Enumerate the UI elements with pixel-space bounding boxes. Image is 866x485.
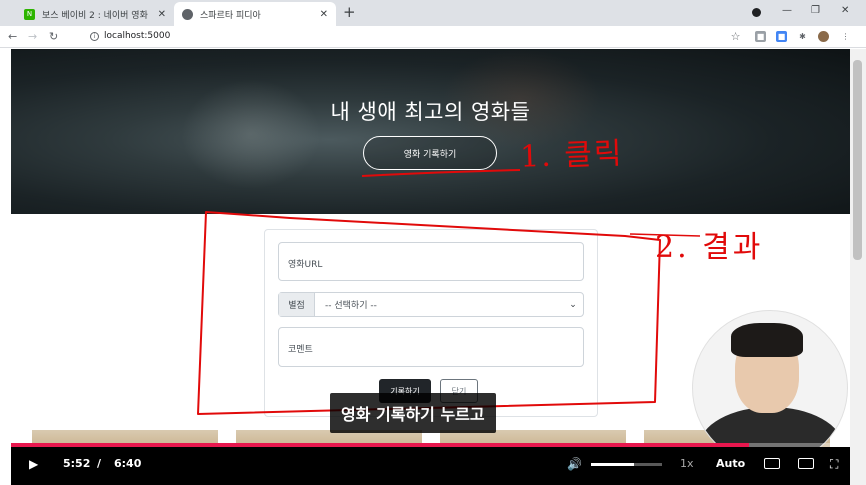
minimize-icon[interactable]: — — [782, 5, 792, 16]
menu-icon[interactable]: ⋮ — [840, 31, 851, 42]
star-select[interactable]: -- 선택하기 -- — [315, 293, 563, 316]
volume-fill — [591, 463, 634, 466]
new-tab-button[interactable]: + — [343, 3, 356, 21]
info-icon[interactable]: i — [90, 31, 99, 41]
globe-icon — [182, 8, 193, 20]
hero-banner: 내 생애 최고의 영화들 영화 기록하기 — [11, 49, 850, 214]
restore-icon[interactable]: ❐ — [811, 5, 820, 16]
presenter-hair — [731, 323, 803, 357]
tab-search-icon[interactable] — [752, 8, 761, 17]
video-controls: ▶ 5:52 / 6:40 🔊 1x Auto ⛶ — [11, 447, 850, 485]
volume-icon[interactable]: 🔊 — [567, 457, 582, 471]
close-icon[interactable]: ✕ — [158, 9, 166, 20]
tab-title: 스파르타 피디아 — [200, 10, 261, 21]
time-separator: / — [97, 457, 102, 470]
play-icon[interactable]: ▶ — [29, 457, 38, 471]
record-movie-button[interactable]: 영화 기록하기 — [363, 136, 497, 170]
comment-textarea[interactable]: 코멘트 — [278, 327, 584, 367]
current-time: 5:52 — [63, 457, 91, 470]
chevron-down-icon: ⌄ — [569, 299, 577, 310]
subtitle-caption: 영화 기록하기 누르고 — [330, 393, 496, 433]
volume-slider[interactable] — [591, 463, 662, 466]
fullscreen-icon[interactable]: ⛶ — [830, 457, 838, 472]
post-form-card: 영화URL 별점 -- 선택하기 -- ⌄ 코멘트 기록하기 닫기 — [264, 229, 598, 417]
annotation-step1: 1. 클릭 — [519, 136, 625, 175]
screen: N 보스 베이비 2 : 네이버 영화 ✕ 스파르타 피디아 ✕ + — ❐ ✕… — [0, 0, 866, 485]
page-title: 내 생애 최고의 영화들 — [330, 100, 531, 124]
url-field[interactable]: i localhost:5000 — [90, 31, 170, 41]
pip-icon[interactable] — [798, 458, 814, 469]
close-window-icon[interactable]: ✕ — [841, 5, 849, 16]
reload-icon[interactable]: ↻ — [49, 30, 58, 43]
avatar[interactable] — [818, 31, 829, 42]
star-label: 별점 — [279, 293, 315, 316]
scrollbar-thumb[interactable] — [853, 60, 862, 260]
captions-icon[interactable] — [764, 458, 780, 469]
browser-tab-bar: N 보스 베이비 2 : 네이버 영화 ✕ 스파르타 피디아 ✕ + — ❐ ✕ — [0, 0, 866, 26]
url-text: localhost:5000 — [104, 31, 171, 41]
close-icon[interactable]: ✕ — [320, 9, 328, 20]
speed-button[interactable]: 1x — [680, 457, 694, 470]
tab-sparta-pedia[interactable]: 스파르타 피디아 ✕ — [174, 2, 336, 26]
extension-icon[interactable]: ■ — [755, 31, 766, 42]
back-icon[interactable]: ← — [8, 30, 17, 43]
star-select-group[interactable]: 별점 -- 선택하기 -- ⌄ — [278, 292, 584, 317]
address-bar: ← → ↻ i localhost:5000 ☆ ■ ■ ✱ ⋮ — [0, 26, 866, 48]
duration: 6:40 — [114, 457, 142, 470]
extension-icon[interactable]: ■ — [776, 31, 787, 42]
bookmark-star-icon[interactable]: ☆ — [730, 31, 741, 42]
movie-url-input[interactable]: 영화URL — [278, 242, 584, 281]
tab-title: 보스 베이비 2 : 네이버 영화 — [42, 10, 148, 21]
forward-icon[interactable]: → — [28, 30, 37, 43]
naver-favicon-icon: N — [24, 8, 35, 20]
annotation-step2: 2. 결과 — [655, 230, 764, 265]
puzzle-icon[interactable]: ✱ — [797, 31, 808, 42]
quality-button[interactable]: Auto — [716, 457, 745, 470]
tab-naver-movie[interactable]: N 보스 베이비 2 : 네이버 영화 ✕ — [16, 2, 174, 26]
